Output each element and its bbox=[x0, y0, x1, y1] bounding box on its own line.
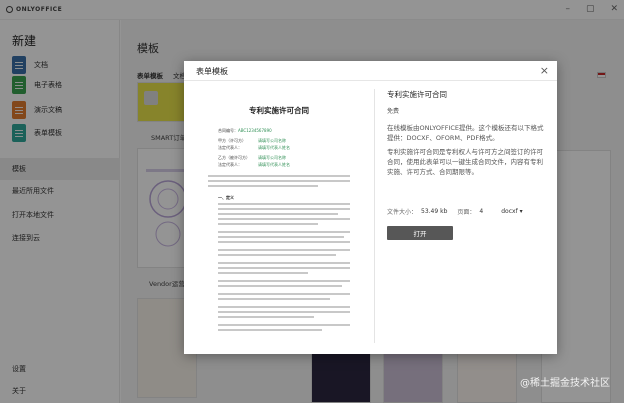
chevron-down-icon: ▾ bbox=[519, 208, 523, 215]
preview-text-line bbox=[218, 262, 350, 264]
template-description: 在线模板由ONLYOFFICE提供。这个模板还有以下格式提供：DOCXF、OFO… bbox=[387, 124, 544, 143]
preview-text-line bbox=[218, 311, 350, 313]
preview-text-line bbox=[218, 267, 350, 269]
preview-text-line bbox=[208, 175, 350, 177]
preview-text-line bbox=[218, 324, 350, 326]
file-size-value: 53.49 kb bbox=[421, 208, 448, 215]
pages-label: 页面： bbox=[457, 209, 476, 216]
dialog-header: 表单模板 × bbox=[184, 61, 557, 81]
preview-text-line bbox=[218, 285, 342, 287]
preview-text-line bbox=[218, 254, 336, 256]
close-icon[interactable]: × bbox=[540, 64, 549, 77]
preview-text-line bbox=[218, 306, 350, 308]
preview-field-label: 甲方（许可方） bbox=[218, 138, 246, 143]
pages-value: 4 bbox=[479, 208, 484, 215]
preview-field-value: 请填写代表人姓名 bbox=[258, 162, 290, 167]
preview-text-line bbox=[218, 249, 350, 251]
preview-text-line bbox=[218, 280, 350, 282]
preview-text-line bbox=[218, 236, 344, 238]
template-meta: 文件大小： 53.49 kb 页面： 4 docxf ▾ bbox=[387, 207, 547, 216]
preview-text-line bbox=[218, 298, 330, 300]
preview-doc-title: 专利实施许可合同 bbox=[249, 106, 309, 115]
preview-field-label: 乙方（被许可方） bbox=[218, 155, 250, 160]
preview-text-line bbox=[218, 208, 350, 210]
open-button[interactable]: 打开 bbox=[387, 226, 453, 240]
preview-field-label: 法定代表人： bbox=[218, 145, 242, 150]
preview-text-line bbox=[218, 272, 308, 274]
preview-field-label: 合同编号： bbox=[218, 128, 238, 133]
preview-field-value: 请填写公司名称 bbox=[258, 138, 286, 143]
preview-text-line bbox=[218, 213, 338, 215]
preview-text-line bbox=[218, 203, 350, 205]
preview-text-line bbox=[218, 231, 350, 233]
file-size-label: 文件大小： bbox=[387, 209, 418, 216]
preview-text-line bbox=[218, 218, 350, 220]
template-title: 专利实施许可合同 bbox=[387, 90, 447, 99]
preview-field-value: 请填写代表人姓名 bbox=[258, 145, 290, 150]
template-description-2: 专利实施许可合同是专利权人与许可方之间签订的许可合同，使用此表单可以一键生成合同… bbox=[387, 148, 543, 177]
template-price: 免费 bbox=[387, 108, 400, 115]
preview-field-value: ABC1234567890 bbox=[238, 128, 272, 133]
preview-field-value: 请填写公司名称 bbox=[258, 155, 286, 160]
preview-text-line bbox=[218, 316, 314, 318]
preview-text-line bbox=[208, 185, 318, 187]
watermark: @稀土掘金技术社区 bbox=[520, 378, 610, 389]
dialog-title: 表单模板 bbox=[196, 67, 228, 76]
template-dialog: 表单模板 × 专利实施许可合同 合同编号： ABC1234567890 甲方（许… bbox=[184, 61, 557, 354]
preview-text-line bbox=[208, 180, 350, 182]
preview-field-label: 法定代表人： bbox=[218, 162, 242, 167]
template-info: 专利实施许可合同 免费 在线模板由ONLYOFFICE提供。这个模板还有以下格式… bbox=[387, 89, 547, 177]
preview-text-line bbox=[218, 293, 350, 295]
format-select[interactable]: docxf ▾ bbox=[501, 208, 522, 215]
preview-text-line bbox=[218, 223, 318, 225]
preview-text-line bbox=[218, 329, 322, 331]
dialog-divider bbox=[374, 89, 375, 343]
document-preview: 专利实施许可合同 合同编号： ABC1234567890 甲方（许可方） 请填写… bbox=[194, 89, 364, 349]
preview-section-heading: 一、定义 bbox=[218, 195, 234, 200]
preview-text-line bbox=[218, 241, 350, 243]
format-value: docxf bbox=[501, 208, 518, 215]
